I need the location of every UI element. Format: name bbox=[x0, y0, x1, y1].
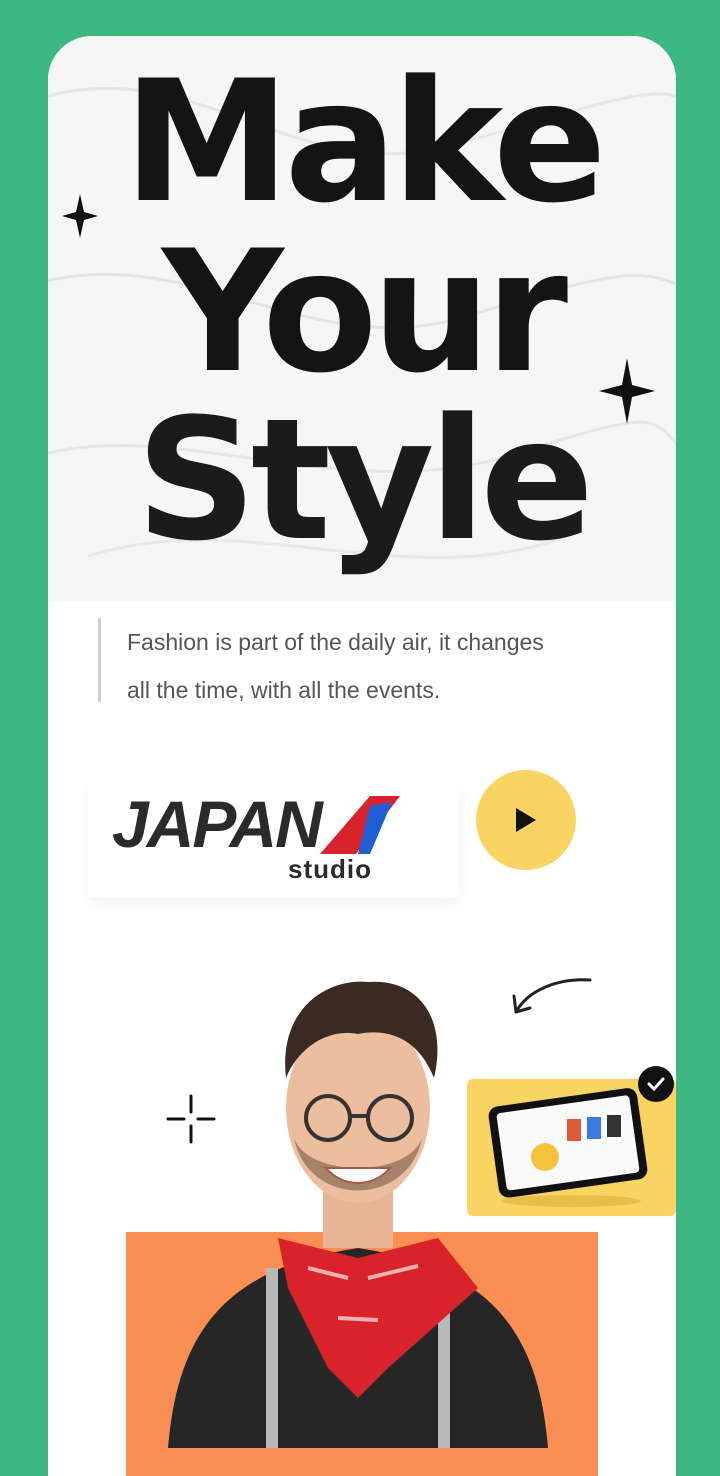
tagline-block: Fashion is part of the daily air, it cha… bbox=[98, 618, 657, 703]
promo-card[interactable] bbox=[467, 1079, 676, 1216]
play-button[interactable] bbox=[476, 770, 576, 870]
main-card: Make Your Style Fashion is part of the d… bbox=[48, 36, 676, 1476]
play-icon bbox=[516, 808, 536, 832]
tagline-line-2: all the time, with all the events. bbox=[127, 677, 441, 703]
check-badge bbox=[638, 1066, 674, 1102]
headline-line-3: Style bbox=[135, 382, 594, 578]
tablet-preview-image bbox=[488, 1088, 648, 1207]
studio-logo: JAPAN studio bbox=[88, 778, 458, 898]
tagline-line-1: Fashion is part of the daily air, it cha… bbox=[127, 629, 544, 655]
logo-text-main: JAPAN bbox=[112, 787, 323, 861]
sparkle-icon bbox=[62, 194, 98, 238]
headline-line-2: Your bbox=[161, 214, 568, 410]
logo-text-sub: studio bbox=[288, 854, 372, 884]
check-icon bbox=[647, 1077, 665, 1091]
headline-line-1: Make bbox=[123, 44, 607, 240]
sparkle-icon bbox=[599, 358, 655, 424]
hero-banner: Make Your Style bbox=[48, 36, 676, 601]
